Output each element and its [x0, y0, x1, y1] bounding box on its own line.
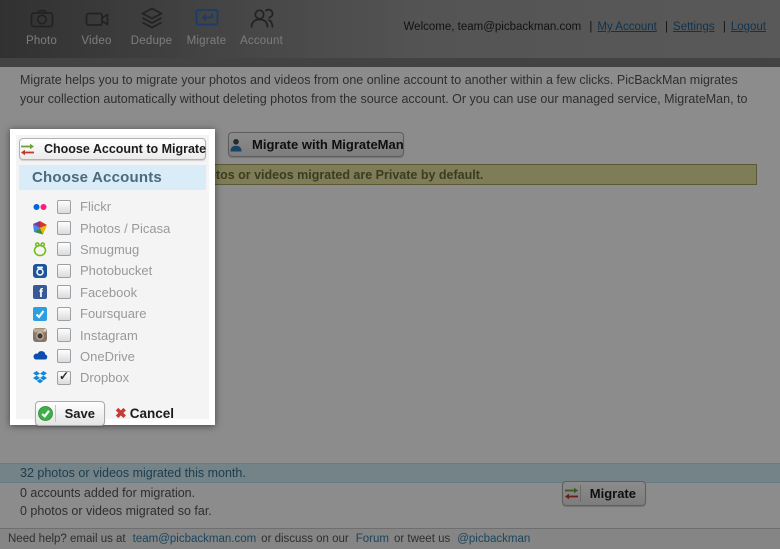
- account-row-flickr[interactable]: Flickr: [32, 196, 206, 217]
- account-row-dropbox[interactable]: Dropbox: [32, 367, 206, 388]
- account-row-facebook[interactable]: f Facebook: [32, 282, 206, 303]
- account-row-onedrive[interactable]: OneDrive: [32, 346, 206, 367]
- account-row-smugmug[interactable]: Smugmug: [32, 239, 206, 260]
- flickr-icon: [32, 199, 48, 215]
- photos-picasa-icon: [32, 220, 48, 236]
- dropbox-checkbox[interactable]: [57, 369, 71, 385]
- choose-accounts-popup: Choose Account to Migrate Choose Account…: [10, 129, 215, 426]
- smugmug-checkbox[interactable]: [57, 242, 71, 257]
- cancel-button-label: Cancel: [129, 405, 175, 421]
- account-row-picasa[interactable]: Photos / Picasa: [32, 217, 206, 238]
- choose-account-to-migrate-button[interactable]: Choose Account to Migrate: [19, 138, 206, 160]
- cancel-button[interactable]: ✖ Cancel: [115, 405, 174, 422]
- save-check-icon: [36, 405, 55, 421]
- account-label: OneDrive: [80, 348, 135, 364]
- popup-actions: Save ✖ Cancel: [35, 400, 206, 426]
- smugmug-icon: [32, 241, 48, 257]
- dropbox-icon: [32, 370, 48, 386]
- photobucket-checkbox[interactable]: [57, 263, 71, 278]
- account-label: Photos / Picasa: [80, 220, 171, 236]
- picbackman-migrate-screen: Photo Video Dedupe Migrate Account Welco…: [0, 0, 780, 549]
- instagram-checkbox[interactable]: [57, 328, 71, 343]
- cancel-x-icon: ✖: [115, 404, 127, 421]
- popup-title: Choose Accounts: [19, 165, 206, 190]
- flickr-checkbox[interactable]: [57, 199, 71, 214]
- choose-account-button-label: Choose Account to Migrate: [44, 142, 207, 156]
- facebook-checkbox[interactable]: [57, 285, 71, 300]
- account-label: Smugmug: [80, 241, 140, 257]
- choose-accounts-popup-body: Choose Account to Migrate Choose Account…: [16, 135, 209, 426]
- foursquare-icon: [32, 306, 48, 322]
- instagram-icon: [32, 327, 48, 343]
- account-label: Foursquare: [80, 306, 147, 322]
- account-label: Dropbox: [80, 370, 130, 386]
- account-label: Instagram: [80, 327, 138, 343]
- account-label: Flickr: [80, 199, 112, 215]
- save-button[interactable]: Save: [35, 400, 105, 426]
- account-label: Facebook: [80, 284, 138, 300]
- account-list: Flickr Photos / Picasa Smugmug Photobuck…: [19, 190, 206, 389]
- swap-arrows-icon: [20, 143, 35, 156]
- account-row-instagram[interactable]: Instagram: [32, 324, 206, 345]
- account-row-foursquare[interactable]: Foursquare: [32, 303, 206, 324]
- account-row-photobucket[interactable]: Photobucket: [32, 260, 206, 281]
- photobucket-icon: [32, 263, 48, 279]
- foursquare-checkbox[interactable]: [57, 306, 71, 321]
- save-button-label: Save: [64, 405, 95, 421]
- onedrive-checkbox[interactable]: [57, 349, 71, 364]
- onedrive-icon: [32, 348, 48, 364]
- picasa-checkbox[interactable]: [57, 221, 71, 236]
- facebook-icon: f: [32, 284, 48, 300]
- account-label: Photobucket: [80, 263, 153, 279]
